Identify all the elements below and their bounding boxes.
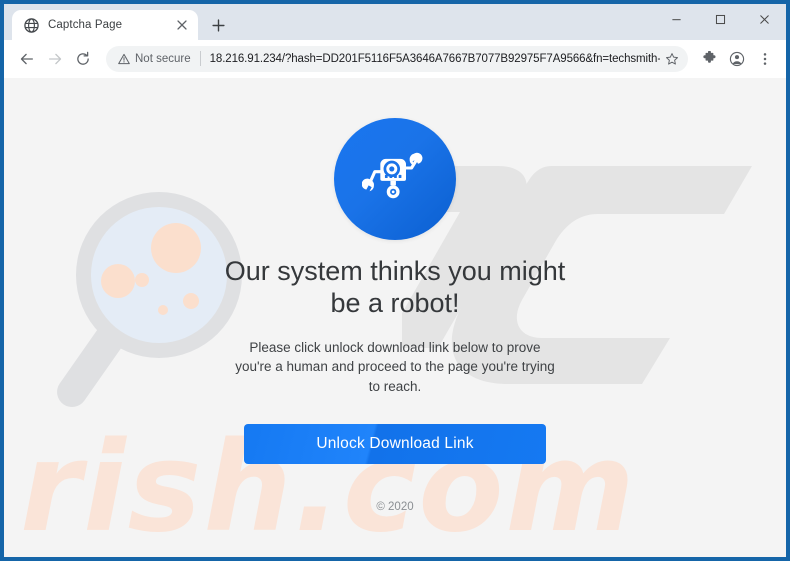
close-icon[interactable]	[174, 17, 190, 33]
security-label: Not secure	[135, 52, 191, 65]
reload-icon[interactable]	[70, 46, 96, 72]
three-dot-menu-icon[interactable]	[752, 46, 778, 72]
forward-arrow-icon[interactable]	[42, 46, 68, 72]
captcha-page-content: Our system thinks you might be a robot! …	[4, 78, 786, 513]
globe-icon	[24, 17, 39, 33]
headline-line-1: Our system thinks you might	[224, 256, 566, 286]
description-line-3: to reach.	[368, 378, 422, 394]
back-arrow-icon[interactable]	[14, 46, 40, 72]
browser-window: Captcha Page Not secure 18.216.91.234/?h…	[4, 4, 786, 557]
warning-triangle-icon	[118, 53, 130, 65]
page-description: Please click unlock download link below …	[235, 338, 555, 397]
browser-tab[interactable]: Captcha Page	[12, 10, 198, 40]
minimize-button[interactable]	[654, 4, 698, 34]
copyright-footer: © 2020	[376, 501, 414, 514]
browser-toolbar: Not secure 18.216.91.234/?hash=DD201F511…	[4, 40, 786, 78]
close-button[interactable]	[742, 4, 786, 34]
tab-title: Captcha Page	[48, 19, 123, 31]
puzzle-piece-icon[interactable]	[696, 46, 722, 72]
address-bar[interactable]: Not secure 18.216.91.234/?hash=DD201F511…	[106, 45, 688, 72]
page-title: Our system thinks you might be a robot!	[225, 256, 566, 320]
maximize-button[interactable]	[698, 4, 742, 34]
description-line-1: Please click unlock download link below …	[249, 339, 541, 355]
url-text[interactable]: 18.216.91.234/?hash=DD201F5116F5A3646A76…	[210, 53, 660, 65]
new-tab-button[interactable]	[204, 11, 232, 39]
tab-strip: Captcha Page	[4, 4, 786, 40]
omnibox-divider	[199, 51, 201, 66]
unlock-download-link-button[interactable]: Unlock Download Link	[244, 424, 546, 465]
robot-icon	[334, 118, 456, 240]
security-status[interactable]: Not secure	[118, 53, 191, 65]
window-controls	[654, 4, 786, 34]
account-avatar-icon[interactable]	[724, 46, 750, 72]
description-line-2: you're a human and proceed to the page y…	[235, 359, 555, 375]
star-icon[interactable]	[660, 47, 684, 71]
headline-line-2: be a robot!	[330, 287, 460, 318]
page-viewport: rish.com Our system thinks you might be …	[4, 78, 786, 557]
